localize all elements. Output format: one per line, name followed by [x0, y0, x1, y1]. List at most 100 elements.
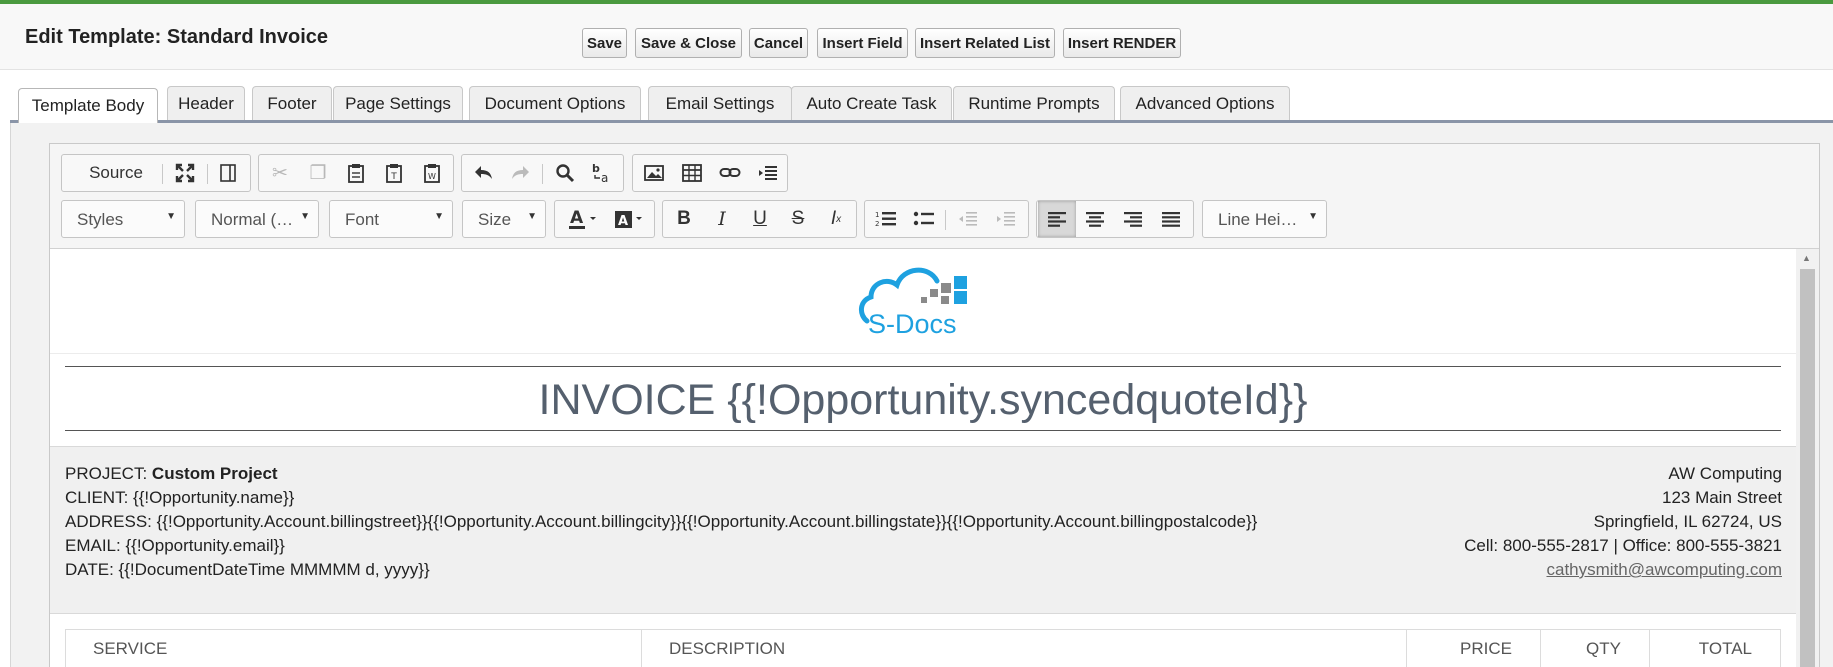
tab-runtime-prompts[interactable]: Runtime Prompts: [953, 86, 1115, 120]
line-height-dropdown[interactable]: Line Hei… ▼: [1202, 200, 1327, 238]
strike-icon[interactable]: S: [779, 201, 817, 237]
replace-icon[interactable]: ba: [583, 155, 621, 191]
vertical-scrollbar[interactable]: ▲: [1796, 249, 1819, 667]
svg-text:1: 1: [875, 211, 879, 219]
logo-text: S-Docs: [868, 309, 957, 340]
logo-wordmark: S-Docs: [868, 309, 957, 339]
page-title: Edit Template: Standard Invoice: [25, 26, 329, 48]
paste-icon[interactable]: [337, 155, 375, 191]
svg-text:W: W: [428, 172, 436, 181]
chevron-down-icon: ▼: [1308, 211, 1318, 222]
chevron-down-icon: ▼: [300, 211, 310, 222]
align-center-icon[interactable]: [1076, 201, 1114, 237]
tab-template-body[interactable]: Template Body: [18, 88, 158, 123]
align-left-icon[interactable]: [1038, 201, 1076, 237]
show-blocks-icon[interactable]: [209, 155, 247, 191]
project-value: Custom Project: [151, 464, 278, 483]
client-info-section: PROJECT: Custom Project CLIENT: {{!Oppor…: [50, 446, 1796, 614]
text-color-icon[interactable]: A: [561, 201, 605, 237]
line-height-dropdown-label: Line Hei…: [1218, 210, 1298, 229]
scrollbar-thumb[interactable]: [1800, 269, 1815, 667]
link-icon[interactable]: [711, 155, 749, 191]
toolbar-separator: [162, 164, 163, 184]
bg-color-icon[interactable]: A: [607, 201, 651, 237]
services-table-header: SERVICE DESCRIPTION PRICE QTY TOTAL: [65, 629, 1781, 667]
col-service: SERVICE: [93, 639, 168, 658]
underline-icon[interactable]: U: [741, 201, 779, 237]
maximize-icon[interactable]: [166, 155, 204, 191]
scroll-up-arrow-icon[interactable]: ▲: [1802, 253, 1811, 263]
source-button[interactable]: Source: [72, 155, 160, 191]
bullet-list-icon[interactable]: [905, 201, 943, 237]
indent-insert-icon[interactable]: [749, 155, 787, 191]
save-button[interactable]: Save: [582, 28, 627, 58]
col-total: TOTAL: [1649, 630, 1780, 667]
format-dropdown[interactable]: Normal (… ▼: [195, 200, 319, 238]
bold-icon[interactable]: B: [665, 201, 703, 237]
image-icon[interactable]: [635, 155, 673, 191]
save-close-button[interactable]: Save & Close: [635, 28, 742, 58]
svg-text:a: a: [601, 171, 608, 184]
find-icon[interactable]: [546, 155, 584, 191]
chevron-down-icon: ▼: [434, 211, 444, 222]
tab-page-settings[interactable]: Page Settings: [333, 86, 463, 120]
tab-auto-create-task[interactable]: Auto Create Task: [791, 86, 952, 120]
chevron-down-icon: ▼: [527, 211, 537, 222]
toolbar-separator: [207, 164, 208, 184]
logo-row: S-Docs: [50, 249, 1796, 354]
insert-toolgroup: [632, 154, 788, 192]
font-dropdown[interactable]: Font ▼: [329, 200, 453, 238]
insert-field-button[interactable]: Insert Field: [817, 28, 908, 58]
tab-document-options[interactable]: Document Options: [469, 86, 641, 120]
size-dropdown[interactable]: Size ▼: [462, 200, 546, 238]
insert-related-list-button[interactable]: Insert Related List: [915, 28, 1055, 58]
invoice-heading: INVOICE {{!Opportunity.syncedquoteId}}: [538, 376, 1308, 424]
table-icon[interactable]: [673, 155, 711, 191]
align-right-icon[interactable]: [1114, 201, 1152, 237]
company-email-link[interactable]: cathysmith@awcomputing.com: [1546, 560, 1782, 580]
redo-icon[interactable]: [502, 155, 540, 191]
numbered-list-icon[interactable]: 12: [867, 201, 905, 237]
tab-advanced-options[interactable]: Advanced Options: [1120, 86, 1290, 120]
styles-dropdown[interactable]: Styles ▼: [61, 200, 185, 238]
document-body[interactable]: S-Docs INVOICE {{!Opportunity.syncedquot…: [50, 249, 1796, 667]
basic-styles-toolgroup: B I U S Ix: [662, 200, 857, 238]
list-toolgroup: 12: [864, 200, 1029, 238]
indent-icon[interactable]: [987, 201, 1025, 237]
project-line: PROJECT: Custom Project: [65, 464, 278, 484]
cancel-button[interactable]: Cancel: [749, 28, 808, 58]
paste-text-icon[interactable]: T: [375, 155, 413, 191]
color-toolgroup: A A: [554, 200, 655, 238]
rich-text-editor: Source ✂ ❐ T W b a Styles ▼ Normal (… ▼ …: [49, 143, 1820, 667]
company-name: AW Computing: [1668, 464, 1782, 483]
justify-icon[interactable]: [1152, 201, 1190, 237]
styles-dropdown-label: Styles: [77, 210, 124, 229]
col-price: PRICE: [1406, 630, 1540, 667]
svg-text:2: 2: [875, 220, 879, 228]
company-street: 123 Main Street: [1661, 488, 1782, 507]
size-dropdown-label: Size: [478, 210, 512, 229]
date-line: DATE: {{!DocumentDateTime MMMMM d, yyyy}…: [65, 560, 430, 579]
tab-footer[interactable]: Footer: [252, 86, 332, 120]
paste-word-icon[interactable]: W: [413, 155, 451, 191]
sdocs-logo: S-Docs: [857, 259, 987, 343]
svg-text:A: A: [570, 208, 584, 228]
remove-format-icon[interactable]: Ix: [817, 201, 855, 237]
svg-text:A: A: [618, 214, 628, 229]
svg-text:b: b: [592, 162, 600, 175]
document-toolgroup: Source: [61, 154, 251, 192]
copy-icon[interactable]: ❐: [299, 155, 337, 191]
address-line: ADDRESS: {{!Opportunity.Account.billings…: [65, 512, 1258, 531]
tab-email-settings[interactable]: Email Settings: [648, 86, 792, 120]
cut-icon[interactable]: ✂: [261, 155, 299, 191]
client-line: CLIENT: {{!Opportunity.name}}: [65, 488, 295, 507]
undo-icon[interactable]: [464, 155, 502, 191]
italic-icon[interactable]: I: [703, 201, 741, 237]
outdent-icon[interactable]: [949, 201, 987, 237]
insert-render-button[interactable]: Insert RENDER: [1063, 28, 1181, 58]
divider: [65, 430, 1781, 431]
email-line: EMAIL: {{!Opportunity.email}}: [65, 536, 285, 555]
svg-text:T: T: [390, 172, 397, 182]
top-bar: Edit Template: Standard Invoice Save Sav…: [0, 0, 1833, 70]
tab-header[interactable]: Header: [167, 86, 245, 120]
